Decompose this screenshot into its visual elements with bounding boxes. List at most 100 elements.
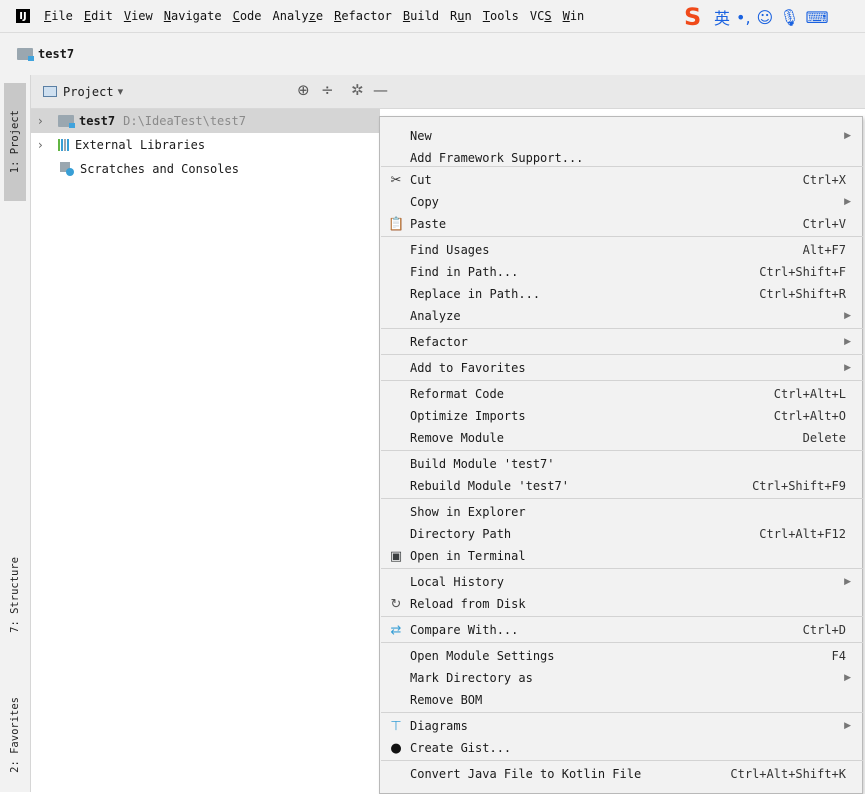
menu-item-label: Compare With...	[410, 623, 519, 637]
locate-file-icon[interactable]: ⊕	[297, 81, 310, 99]
context-menu-item-open-module-settings[interactable]: Open Module Settings F4	[380, 645, 862, 667]
context-menu-item-reformat-code[interactable]: Reformat Code Ctrl+Alt+L	[380, 383, 862, 405]
menu-vcs[interactable]: VCS	[530, 9, 552, 23]
submenu-arrow-icon: ▶	[844, 131, 851, 141]
context-menu-item-add-to-favorites[interactable]: Add to Favorites ▶	[380, 357, 862, 379]
menu-item-shortcut: Ctrl+Alt+L	[773, 387, 846, 401]
menu-item-shortcut: Ctrl+Alt+F12	[759, 527, 846, 541]
settings-gear-icon[interactable]: ✲	[351, 81, 364, 99]
context-menu-item-compare-with[interactable]: ⇄ Compare With... Ctrl+D	[380, 619, 862, 641]
menu-label-part: ode	[239, 9, 262, 23]
context-menu-item-analyze[interactable]: Analyze ▶	[380, 305, 862, 327]
context-menu-item-convert-java-file-to-kotlin-file[interactable]: Convert Java File to Kotlin File Ctrl+Alt…	[380, 763, 862, 785]
menu-code[interactable]: Code	[233, 9, 262, 23]
menu-separator	[381, 568, 863, 569]
menu-label-part: in	[569, 9, 585, 23]
menu-build[interactable]: Build	[403, 9, 439, 23]
tool-tab-favorites[interactable]: 2: Favorites	[4, 681, 26, 789]
menu-separator	[381, 328, 863, 329]
menu-view[interactable]: View	[124, 9, 153, 23]
menu-navigate[interactable]: Navigate	[164, 9, 222, 23]
menu-item-shortcut: Ctrl+Alt+O	[773, 409, 846, 423]
ime-punctuation-toggle[interactable]: •,	[736, 8, 751, 27]
context-menu-item-find-in-path[interactable]: Find in Path... Ctrl+Shift+F	[380, 261, 862, 283]
tree-row-project[interactable]: › test7 D:\IdeaTest\test7	[31, 109, 380, 133]
menu-label-part: N	[163, 9, 171, 23]
context-menu-item-cut[interactable]: ✂ Cut Ctrl+X	[380, 169, 862, 191]
menu-item-label: Mark Directory as	[410, 671, 533, 685]
context-menu-item-optimize-imports[interactable]: Optimize Imports Ctrl+Alt+O	[380, 405, 862, 427]
context-menu-item-new[interactable]: New ▶	[380, 125, 862, 147]
menu-separator	[381, 380, 863, 381]
menu-label-part: u	[457, 9, 465, 23]
menu-edit[interactable]: Edit	[84, 9, 113, 23]
menu-item-label: Find in Path...	[410, 265, 519, 279]
menu-label-part: z	[308, 9, 316, 23]
menu-label-part: Analy	[272, 9, 309, 23]
menu-item-label: Add to Favorites	[410, 361, 526, 375]
context-menu-item-open-in-terminal[interactable]: ▣ Open in Terminal	[380, 545, 862, 567]
expand-arrow-icon[interactable]: ›	[38, 114, 58, 128]
submenu-arrow-icon: ▶	[844, 721, 851, 731]
context-menu: New ▶ Add Framework Support... ✂ Cut Ctrl+X Co…	[379, 116, 863, 794]
module-folder-icon	[58, 115, 75, 128]
menu-tools[interactable]: Tools	[483, 9, 519, 23]
context-menu-item-show-in-explorer[interactable]: Show in Explorer	[380, 501, 862, 523]
menu-item-label: Local History	[410, 575, 504, 589]
context-menu-item-build-module-test7[interactable]: Build Module 'test7'	[380, 453, 862, 475]
sogou-logo-icon[interactable]: S	[684, 5, 708, 29]
context-menu-item-add-framework-support[interactable]: Add Framework Support...	[380, 147, 862, 169]
menu-analyze[interactable]: Analyze	[273, 9, 324, 23]
context-menu-item-local-history[interactable]: Local History ▶	[380, 571, 862, 593]
menu-label-part: e	[315, 9, 324, 23]
menu-label-part: uild	[410, 9, 440, 23]
context-menu-item-diagrams[interactable]: ⊤ Diagrams ▶	[380, 715, 862, 737]
menu-file[interactable]: File	[44, 9, 73, 23]
menu-item-shortcut: F4	[831, 649, 846, 663]
breadcrumb-project[interactable]: test7	[38, 47, 74, 61]
context-menu-item-remove-module[interactable]: Remove Module Delete	[380, 427, 862, 449]
menu-win[interactable]: Win	[563, 9, 585, 23]
context-menu-item-rebuild-module-test7[interactable]: Rebuild Module 'test7' Ctrl+Shift+F9	[380, 475, 862, 497]
ime-emoji-icon[interactable]: ☺	[757, 8, 774, 27]
tool-tab-project[interactable]: 1: Project	[4, 83, 26, 201]
menu-item-label: Convert Java File to Kotlin File	[410, 767, 642, 781]
menu-separator	[381, 760, 863, 761]
context-menu-item-mark-directory-as[interactable]: Mark Directory as ▶	[380, 667, 862, 689]
expand-arrow-icon[interactable]: ›	[38, 138, 58, 152]
menu-item-label: Directory Path	[410, 527, 512, 541]
module-folder-icon	[17, 48, 34, 61]
diagram-icon: ⊤	[390, 718, 402, 734]
context-menu-item-directory-path[interactable]: Directory Path Ctrl+Alt+F12	[380, 523, 862, 545]
menu-refactor[interactable]: Refactor	[334, 9, 392, 23]
menu-item-label: Cut	[410, 173, 432, 187]
context-menu-item-replace-in-path[interactable]: Replace in Path... Ctrl+Shift+R	[380, 283, 862, 305]
left-tool-stripe: 1: Project 7: Structure 2: Favorites	[0, 75, 31, 792]
ime-keyboard-icon[interactable]: ⌨	[806, 8, 829, 27]
context-menu-item-create-gist[interactable]: ● Create Gist...	[380, 737, 862, 759]
ime-voice-icon[interactable]: 🎙	[779, 8, 799, 27]
menu-item-label: Remove Module	[410, 431, 504, 445]
menu-item-shortcut: Ctrl+Alt+Shift+K	[730, 767, 846, 781]
hide-panel-icon[interactable]: —	[373, 81, 388, 99]
context-menu-item-remove-bom[interactable]: Remove BOM	[380, 689, 862, 711]
menu-item-label: Paste	[410, 217, 447, 231]
context-menu-item-find-usages[interactable]: Find Usages Alt+F7	[380, 239, 862, 261]
menu-item-shortcut: Ctrl+X	[802, 173, 846, 187]
context-menu-item-refactor[interactable]: Refactor ▶	[380, 331, 862, 353]
menu-label-part: efactor	[341, 9, 392, 23]
menu-label-part: n	[464, 9, 472, 23]
ime-language-toggle[interactable]: 英	[714, 5, 730, 29]
chevron-down-icon[interactable]: ▾	[118, 85, 124, 98]
context-menu-item-paste[interactable]: 📋 Paste Ctrl+V	[380, 213, 862, 235]
library-icon	[58, 139, 69, 151]
collapse-all-icon[interactable]: ÷	[321, 81, 334, 99]
context-menu-item-copy[interactable]: Copy ▶	[380, 191, 862, 213]
context-menu-item-reload-from-disk[interactable]: ↻ Reload from Disk	[380, 593, 862, 615]
menu-label-part: ile	[51, 9, 73, 23]
tool-tab-structure[interactable]: 7: Structure	[4, 535, 26, 655]
compare-icon: ⇄	[390, 622, 402, 638]
project-view-selector[interactable]: Project	[63, 85, 114, 99]
menu-run[interactable]: Run	[450, 9, 472, 23]
github-icon: ●	[390, 740, 402, 756]
